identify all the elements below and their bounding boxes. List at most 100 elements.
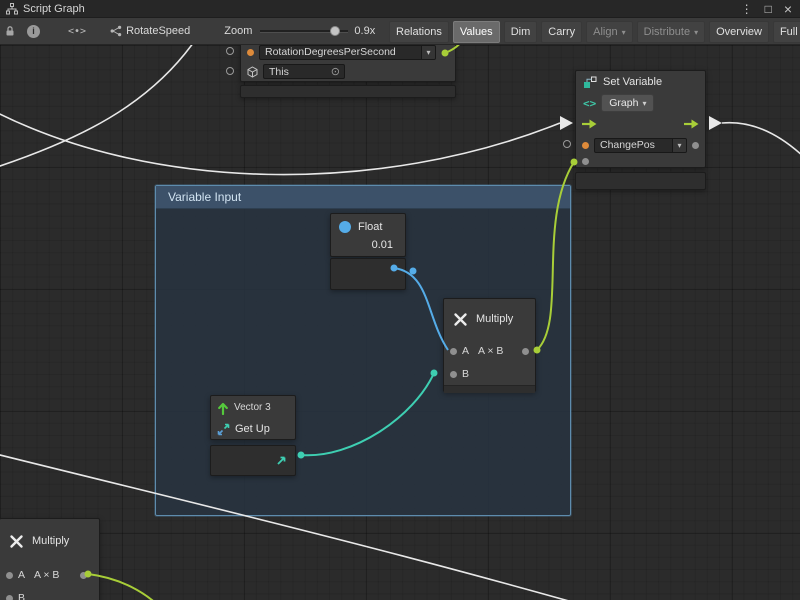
vector3-type-row: Vector 3: [211, 396, 295, 419]
graph-name-label: RotateSpeed: [126, 25, 190, 37]
gameobject-cube-icon: [247, 66, 258, 78]
vector-up-arrow-icon: [217, 401, 229, 415]
set-variable-value-row: ChangePos ▾: [576, 135, 705, 155]
output-port-ab[interactable]: [80, 572, 87, 579]
align-button[interactable]: Align▾: [586, 21, 632, 43]
wire-arrowhead-out-right: [709, 116, 722, 130]
chevron-down-icon: ▾: [694, 28, 698, 37]
node-set-variable[interactable]: Set Variable <> Graph ▾ ChangePos ▾: [575, 70, 706, 168]
lock-icon[interactable]: [5, 25, 15, 37]
node-vector3-footer[interactable]: [210, 445, 296, 476]
output-port[interactable]: [692, 142, 699, 149]
variable-dropdown[interactable]: ChangePos ▾: [594, 138, 687, 153]
carry-label: Carry: [548, 26, 575, 38]
multiply-x-icon: [8, 533, 25, 550]
script-graph-icon: [6, 3, 18, 15]
values-button[interactable]: Values: [453, 21, 500, 43]
relations-button[interactable]: Relations: [389, 21, 449, 43]
node-vector3-get-up[interactable]: Vector 3 Get Up: [210, 395, 296, 440]
distribute-button[interactable]: Distribute ▾: [637, 21, 705, 43]
node-float-footer[interactable]: [330, 258, 406, 290]
target-field[interactable]: This ⊙: [263, 64, 345, 79]
input-port-b[interactable]: [6, 595, 13, 600]
dim-label: Dim: [511, 26, 531, 38]
multiply-row-a: A A × B: [444, 339, 535, 363]
port-dot[interactable]: [582, 158, 589, 165]
output-port-ab[interactable]: [522, 348, 529, 355]
info-icon[interactable]: i: [27, 25, 40, 38]
distribute-label: Distribute: [644, 26, 690, 38]
rotation-target-row: This ⊙: [241, 62, 455, 81]
overview-button[interactable]: Overview: [709, 21, 769, 43]
zoom-value: 0.9x: [354, 25, 375, 37]
target-value: This: [264, 66, 294, 78]
relations-label: Relations: [396, 26, 442, 38]
chevron-down-icon: ▾: [672, 139, 686, 152]
wire-white-right-out: [722, 123, 800, 165]
get-up-title: Get Up: [235, 423, 270, 435]
multiply-bottom-header: Multiply: [0, 519, 99, 563]
flow-in-arrow-icon[interactable]: [581, 118, 598, 130]
wire-white-cross: [0, 108, 560, 175]
node-rotation-variable-footer[interactable]: [240, 85, 456, 98]
input-port-hollow[interactable]: [226, 47, 234, 55]
variable-name-dropdown[interactable]: RotationDegreesPerSecond ▾: [259, 45, 436, 60]
input-port-b[interactable]: [450, 371, 457, 378]
float-port-orange[interactable]: [247, 49, 254, 56]
value-port-orange[interactable]: [582, 142, 589, 149]
zoom-label: Zoom: [224, 25, 252, 37]
set-variable-title: Set Variable: [603, 76, 662, 88]
node-multiply[interactable]: Multiply A A × B B: [443, 298, 536, 392]
multiply-x-icon: [452, 311, 469, 328]
wire-white-left-up: [0, 45, 196, 170]
multiply-bottom-row-b: B: [0, 587, 99, 600]
zoom-slider[interactable]: [260, 25, 348, 37]
multiply-title: Multiply: [476, 313, 513, 325]
output-ab-label: A × B: [34, 569, 59, 581]
maximize-icon[interactable]: □: [765, 0, 772, 18]
carry-button[interactable]: Carry: [541, 21, 582, 43]
object-picker-icon[interactable]: ⊙: [331, 65, 344, 78]
wire-arrowhead-into-set-variable: [560, 116, 573, 130]
input-port-a[interactable]: [6, 572, 13, 579]
window-title: Script Graph: [23, 3, 85, 15]
group-header[interactable]: Variable Input: [156, 186, 570, 209]
node-multiply-bottom[interactable]: Multiply A A × B B: [0, 518, 100, 600]
scope-dropdown[interactable]: Graph ▾: [601, 94, 654, 112]
input-a-label: A: [18, 569, 25, 581]
node-float[interactable]: Float 0.01: [330, 213, 406, 257]
titlebar: Script Graph ⋮ □ ×: [0, 0, 800, 18]
input-b-label: B: [18, 592, 25, 600]
input-port-hollow[interactable]: [226, 67, 234, 75]
overview-label: Overview: [716, 26, 762, 38]
float-title: Float: [358, 221, 382, 233]
graph-canvas[interactable]: Variable Input RotationDegreesPerSecond …: [0, 45, 800, 600]
graph-mini-icon: [110, 25, 122, 37]
zoom-slider-handle[interactable]: [330, 26, 340, 36]
node-rotation-variable[interactable]: RotationDegreesPerSecond ▾ This ⊙: [240, 45, 456, 82]
align-label: Align: [593, 26, 617, 38]
variable-scope-row: <> Graph ▾: [576, 93, 705, 113]
fullscreen-button[interactable]: Full Screen: [773, 21, 800, 43]
more-menu-icon[interactable]: ⋮: [741, 0, 753, 18]
extra-port-row: [576, 155, 705, 168]
input-port-a[interactable]: [450, 348, 457, 355]
flow-out-arrow-icon[interactable]: [683, 118, 700, 130]
dim-button[interactable]: Dim: [504, 21, 538, 43]
float-type-icon: [339, 221, 351, 233]
vector-output-arrow-icon[interactable]: [276, 455, 287, 466]
multiply-footer-strip: [444, 385, 535, 393]
input-a-label: A: [462, 345, 469, 357]
toolbar: i <∙> RotateSpeed Zoom 0.9x Relations Va…: [0, 18, 800, 45]
input-port-hollow[interactable]: [563, 140, 571, 148]
graph-scope-icon: <>: [583, 97, 596, 110]
set-variable-icon: [583, 76, 597, 89]
node-set-variable-footer[interactable]: [575, 172, 706, 190]
fullscreen-label: Full Screen: [780, 26, 800, 38]
close-icon[interactable]: ×: [784, 0, 792, 18]
float-value[interactable]: 0.01: [331, 239, 405, 251]
multiply-header: Multiply: [444, 299, 535, 339]
input-b-label: B: [462, 368, 469, 380]
get-up-row: Get Up: [211, 419, 295, 439]
inspect-code-icon[interactable]: <∙>: [68, 26, 86, 37]
